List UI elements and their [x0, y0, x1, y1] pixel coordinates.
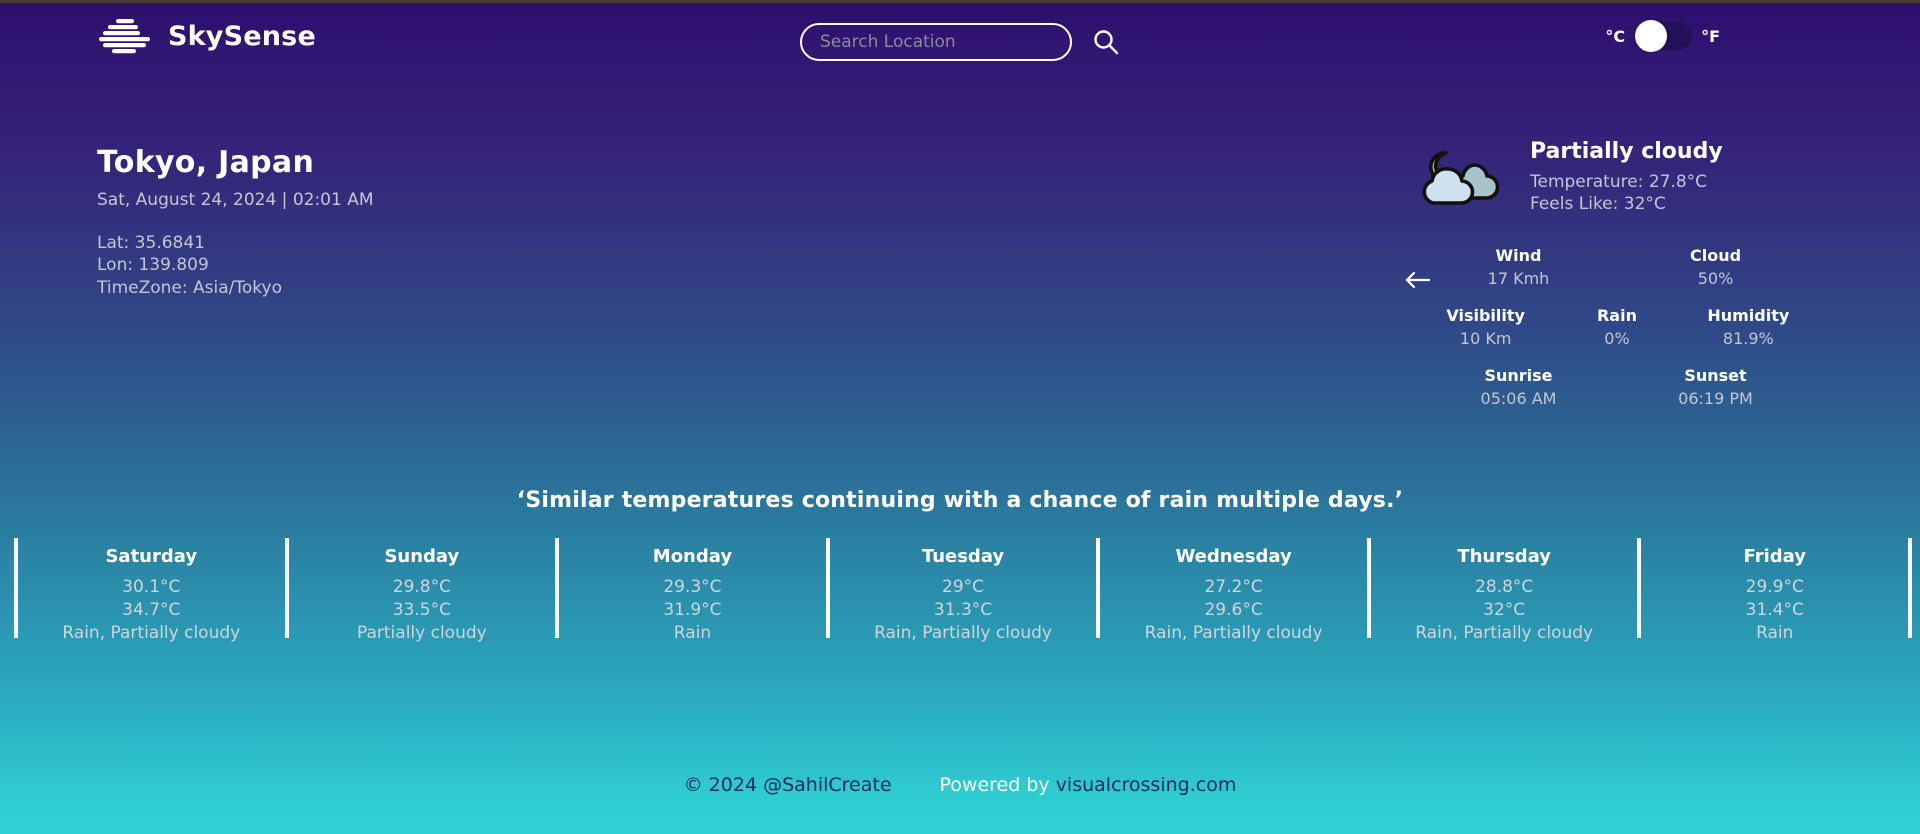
stat-rain: Rain 0% — [1551, 306, 1682, 348]
toggle-knob[interactable] — [1635, 20, 1668, 52]
timezone-value: TimeZone: Asia/Tokyo — [97, 277, 282, 298]
forecast-high: 29.6°C — [1204, 600, 1263, 621]
forecast-condition: Rain — [1756, 623, 1794, 644]
search-button[interactable] — [1090, 26, 1122, 58]
current-weather-panel: Partially cloudy Temperature: 27.8°C Fee… — [1405, 135, 1814, 408]
app-footer: © 2024 @SahilCreate Powered by visualcro… — [0, 774, 1920, 796]
stat-wind: Wind 17 Kmh — [1420, 246, 1617, 288]
forecast-card-monday[interactable]: Monday 29.3°C 31.9°C Rain — [555, 538, 826, 643]
forecast-low: 27.2°C — [1204, 577, 1263, 597]
search-input[interactable] — [800, 23, 1072, 61]
location-panel: Tokyo, Japan Sat, August 24, 2024 | 02:0… — [97, 145, 374, 299]
forecast-low: 28.8°C — [1475, 577, 1534, 597]
arrow-left-icon — [1405, 271, 1430, 288]
app-header: SkySense °C °F — [0, 0, 1920, 84]
stat-label: Visibility — [1446, 305, 1525, 325]
stat-row-1: Wind 17 Kmh Cloud 50% — [1420, 246, 1814, 288]
forecast-card-thursday[interactable]: Thursday 28.8°C 32°C Rain, Partially clo… — [1366, 538, 1638, 643]
forecast-condition: Rain, Partially cloudy — [1144, 623, 1323, 644]
search-icon — [1094, 30, 1119, 55]
forecast-card-wednesday[interactable]: Wednesday 27.2°C 29.6°C Rain, Partially … — [1096, 538, 1367, 643]
unit-toggle-switch[interactable] — [1634, 20, 1693, 52]
stat-label: Humidity — [1707, 305, 1790, 325]
forecast-day: Saturday — [105, 546, 198, 567]
stat-label: Sunset — [1684, 365, 1747, 385]
powered-by-prefix: Powered by — [939, 774, 1056, 796]
current-condition-row: Partially cloudy Temperature: 27.8°C Fee… — [1414, 135, 1814, 216]
forecast-low: 29°C — [942, 577, 985, 597]
longitude-value: Lon: 139.809 — [97, 255, 209, 276]
stat-humidity: Humidity 81.9% — [1683, 306, 1814, 348]
forecast-card-sunday[interactable]: Sunday 29.8°C 33.5°C Partially cloudy — [284, 538, 556, 643]
cloud-logo-icon — [99, 19, 150, 54]
forecast-day: Friday — [1743, 546, 1806, 567]
fahrenheit-label[interactable]: °F — [1701, 27, 1720, 46]
forecast-day: Thursday — [1457, 546, 1552, 567]
stat-label: Rain — [1596, 305, 1637, 325]
forecast-low: 29.9°C — [1745, 577, 1804, 597]
forecast-condition: Rain, Partially cloudy — [62, 623, 241, 644]
stat-value: 05:06 AM — [1480, 388, 1557, 408]
forecast-condition: Rain, Partially cloudy — [874, 623, 1052, 644]
brand-name: SkySense — [168, 20, 316, 52]
forecast-high: 31.3°C — [933, 600, 993, 621]
forecast-card-friday[interactable]: Friday 29.9°C 31.4°C Rain — [1637, 538, 1908, 643]
stat-row-3: Sunrise 05:06 AM Sunset 06:19 PM — [1420, 366, 1814, 408]
forecast-headline: ‘Similar temperatures continuing with a … — [516, 488, 1404, 513]
forecast-day: Tuesday — [921, 546, 1005, 567]
stat-label: Sunrise — [1484, 365, 1553, 385]
stat-value: 10 Km — [1459, 328, 1512, 348]
stat-sunset: Sunset 06:19 PM — [1617, 366, 1814, 408]
forecast-strip: Saturday 30.1°C 34.7°C Rain, Partially c… — [14, 538, 1912, 643]
stat-value: 81.9% — [1722, 328, 1774, 348]
stat-label: Cloud — [1689, 245, 1742, 265]
feels-like-temperature: Feels Like: 32°C — [1530, 193, 1666, 214]
forecast-high: 33.5°C — [392, 600, 451, 621]
search-bar — [800, 23, 1122, 61]
forecast-low: 30.1°C — [122, 577, 181, 597]
forecast-card-tuesday[interactable]: Tuesday 29°C 31.3°C Rain, Partially clou… — [825, 538, 1097, 643]
forecast-day: Sunday — [384, 546, 460, 567]
local-datetime: Sat, August 24, 2024 | 02:01 AM — [97, 190, 374, 210]
forecast-high: 34.7°C — [122, 600, 181, 621]
brand-logo[interactable]: SkySense — [96, 16, 316, 56]
stat-label: Wind — [1495, 245, 1542, 265]
current-stats-grid: Wind 17 Kmh Cloud 50% Visibility 10 Km R… — [1405, 246, 1814, 408]
forecast-day: Wednesday — [1175, 546, 1292, 567]
stat-value: 06:19 PM — [1678, 388, 1753, 408]
moon-behind-cloud-icon — [1422, 151, 1500, 205]
latitude-value: Lat: 35.6841 — [97, 233, 205, 253]
visualcrossing-link[interactable]: visualcrossing.com — [1056, 774, 1237, 796]
city-title: Tokyo, Japan — [97, 145, 315, 180]
forecast-card-saturday[interactable]: Saturday 30.1°C 34.7°C Rain, Partially c… — [14, 538, 285, 643]
forecast-day: Monday — [652, 546, 733, 567]
stat-value: 0% — [1604, 328, 1630, 348]
stat-cloud: Cloud 50% — [1617, 246, 1814, 288]
current-condition-text: Partially cloudy — [1530, 139, 1723, 164]
forecast-condition: Partially cloudy — [357, 623, 487, 644]
forecast-high: 31.4°C — [1745, 600, 1804, 621]
current-temperature: Temperature: 27.8°C — [1530, 172, 1708, 192]
copyright-text: © 2024 @SahilCreate — [683, 774, 892, 796]
forecast-low: 29.3°C — [663, 577, 722, 597]
powered-by: Powered by visualcrossing.com — [940, 774, 1237, 796]
forecast-high: 32°C — [1483, 600, 1526, 621]
celsius-label[interactable]: °C — [1605, 27, 1625, 46]
stat-value: 50% — [1697, 268, 1734, 288]
stat-visibility: Visibility 10 Km — [1420, 306, 1551, 348]
stat-row-2: Visibility 10 Km Rain 0% Humidity 81.9% — [1420, 306, 1814, 348]
stat-sunrise: Sunrise 05:06 AM — [1420, 366, 1617, 408]
stat-value: 17 Kmh — [1487, 268, 1550, 288]
forecast-high: 31.9°C — [663, 600, 722, 621]
forecast-low: 29.8°C — [392, 577, 451, 597]
unit-toggle-group[interactable]: °C °F — [1605, 20, 1720, 52]
forecast-condition: Rain, Partially cloudy — [1415, 623, 1594, 644]
forecast-condition: Rain — [673, 623, 712, 644]
